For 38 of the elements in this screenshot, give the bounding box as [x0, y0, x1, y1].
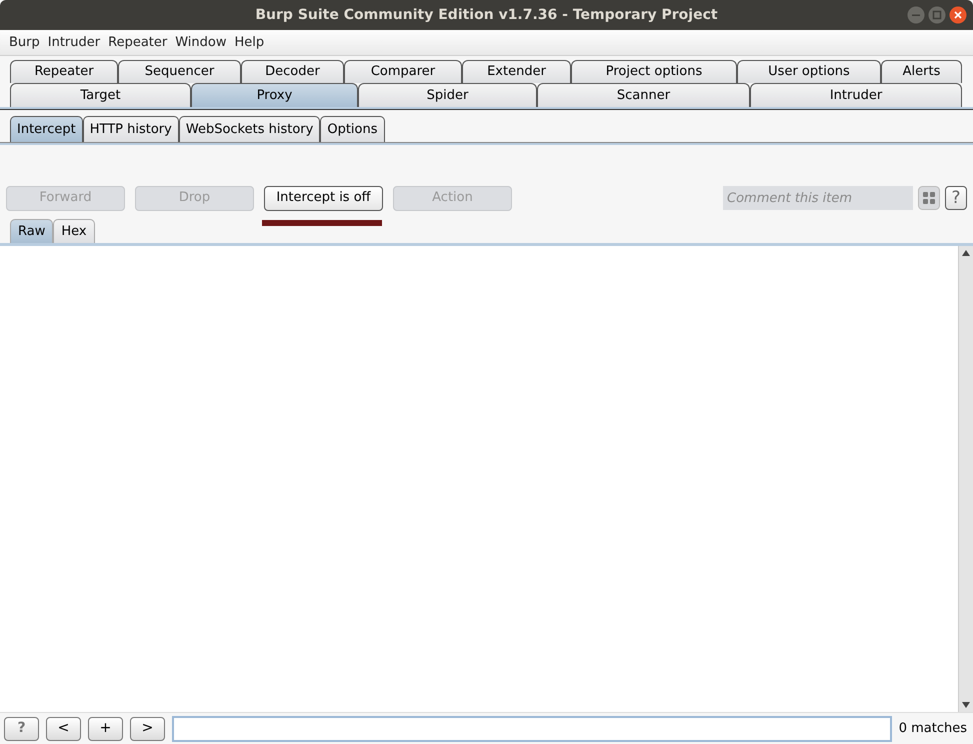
tab[interactable]: Decoder	[241, 60, 344, 83]
menu-item[interactable]: Help	[234, 32, 264, 52]
menu-item[interactable]: Repeater	[108, 32, 168, 52]
minimize-icon[interactable]	[907, 6, 925, 24]
menu-item[interactable]: Window	[175, 32, 226, 52]
tab[interactable]: Repeater	[10, 60, 118, 83]
tab[interactable]: Raw	[10, 219, 54, 243]
tab[interactable]: Project options	[571, 60, 737, 83]
tab[interactable]: Target	[10, 83, 191, 107]
search-field[interactable]	[172, 716, 892, 742]
comment-field[interactable]: Comment this item	[723, 186, 913, 210]
search-nav-button[interactable]: +	[88, 716, 123, 740]
tab[interactable]: Alerts	[881, 60, 962, 83]
menu-item[interactable]: Intruder	[48, 32, 100, 52]
tab[interactable]: Intruder	[750, 83, 962, 107]
menu-item[interactable]: Burp	[9, 32, 40, 52]
help-button[interactable]: ?	[945, 186, 967, 210]
tab[interactable]: Sequencer	[118, 60, 241, 83]
tab[interactable]: Options	[320, 116, 385, 142]
tab[interactable]: Proxy	[191, 83, 358, 107]
tab[interactable]: WebSockets history	[178, 116, 320, 142]
tab[interactable]: Extender	[462, 60, 571, 83]
search-nav-button[interactable]: ?	[4, 716, 39, 740]
search-nav-button[interactable]: >	[130, 716, 165, 740]
tab[interactable]: Intercept	[10, 116, 83, 142]
window-title: Burp Suite Community Edition v1.7.36 - Temporary Project	[255, 6, 718, 24]
tab[interactable]: User options	[737, 60, 881, 83]
action-button[interactable]: Intercept is off	[264, 186, 383, 210]
scrollbar[interactable]	[958, 246, 973, 712]
tab[interactable]: Scanner	[537, 83, 750, 107]
close-icon[interactable]	[949, 6, 967, 24]
tab[interactable]: Hex	[53, 219, 95, 243]
tab[interactable]: Spider	[358, 83, 537, 107]
search-nav-button[interactable]: <	[46, 716, 81, 740]
tab[interactable]: Comparer	[344, 60, 462, 83]
tab[interactable]: HTTP history	[82, 116, 179, 142]
grid-icon[interactable]	[918, 186, 940, 210]
match-count: 0 matches	[898, 720, 968, 738]
